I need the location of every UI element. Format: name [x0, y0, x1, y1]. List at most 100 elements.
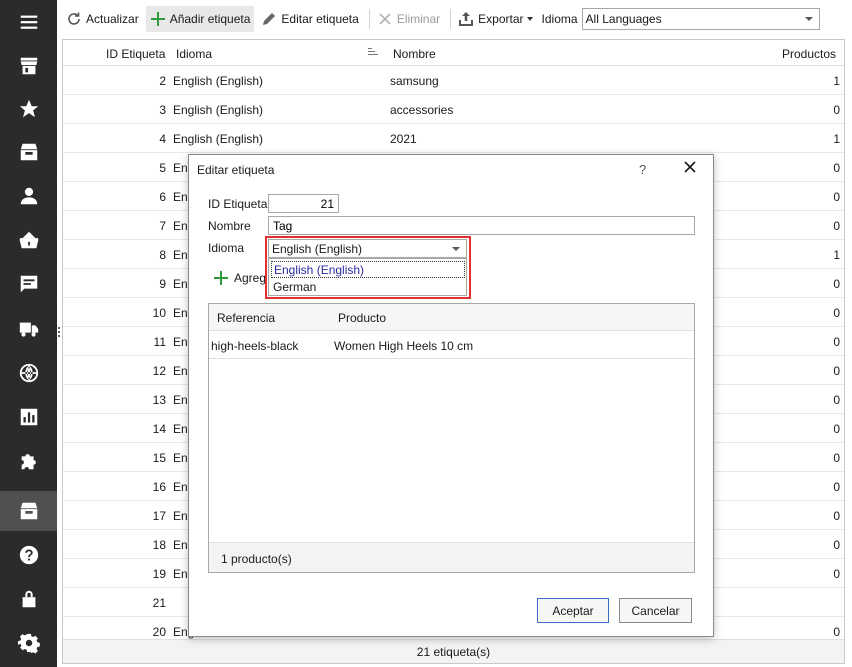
sidebar-item-carts[interactable]	[0, 220, 57, 260]
product-cell: Women High Heels 10 cm	[334, 339, 474, 353]
id-cell: 17	[152, 509, 166, 523]
sidebar-item-customers[interactable]	[0, 176, 57, 216]
plus-icon	[150, 12, 165, 26]
sidebar-item-favorites[interactable]	[0, 89, 57, 129]
sidebar-item-modules[interactable]	[0, 441, 57, 481]
accept-button[interactable]: Aceptar	[537, 598, 609, 623]
delete-label: Eliminar	[396, 12, 441, 26]
id-cell: 7	[159, 219, 166, 233]
toolbar-separator	[450, 9, 452, 29]
column-header-language[interactable]: Idioma	[176, 47, 212, 61]
products-cell: 0	[833, 190, 840, 204]
name-field[interactable]	[268, 216, 695, 235]
user-icon	[20, 187, 37, 205]
language-filter-value: All Languages	[585, 12, 662, 26]
column-header-name[interactable]: Nombre	[393, 47, 436, 61]
name-label: Nombre	[208, 219, 251, 233]
sidebar-item-messages[interactable]	[0, 264, 57, 304]
menu-button[interactable]	[0, 2, 57, 42]
refresh-button[interactable]: Actualizar	[62, 6, 143, 32]
products-cell: 0	[833, 364, 840, 378]
products-cell: 1	[833, 248, 840, 262]
sidebar-item-tags[interactable]	[0, 491, 57, 531]
sidebar-item-localization[interactable]	[0, 353, 57, 393]
export-button[interactable]: Exportar	[454, 6, 536, 32]
products-cell: 0	[833, 422, 840, 436]
id-cell: 3	[159, 103, 166, 117]
sort-icon	[368, 48, 378, 57]
dialog-title: Editar etiqueta	[197, 163, 275, 177]
column-header-reference[interactable]: Referencia	[217, 311, 275, 325]
basket-icon	[19, 231, 38, 249]
lock-icon	[22, 590, 35, 608]
delete-button[interactable]: Eliminar	[373, 6, 444, 32]
id-cell: 14	[152, 422, 166, 436]
id-label: ID Etiqueta	[208, 197, 268, 211]
table-row[interactable]: 4 English (English) 2021 1	[63, 124, 844, 153]
reference-cell: high-heels-black	[211, 339, 299, 353]
splitter-handle[interactable]	[58, 327, 61, 337]
products-cell: 0	[833, 567, 840, 581]
plus-icon	[214, 271, 228, 285]
products-count: 1 producto(s)	[221, 552, 292, 566]
products-cell: 0	[833, 103, 840, 117]
cancel-button[interactable]: Cancelar	[619, 598, 692, 623]
add-tag-button[interactable]: Añadir etiqueta	[145, 6, 255, 32]
language-filter-select[interactable]: All Languages	[581, 8, 820, 30]
column-header-product[interactable]: Producto	[338, 311, 386, 325]
inbox-icon	[20, 143, 37, 161]
products-cell: 0	[833, 161, 840, 175]
sidebar-item-security[interactable]	[0, 579, 57, 619]
pencil-icon	[263, 13, 276, 25]
sidebar-item-store[interactable]	[0, 46, 57, 86]
close-button[interactable]	[683, 160, 699, 176]
edit-tag-button[interactable]: Editar etiqueta	[257, 6, 362, 32]
refresh-icon	[68, 12, 80, 25]
sidebar-item-settings[interactable]	[0, 623, 57, 663]
help-button[interactable]: ?	[639, 162, 646, 177]
table-row[interactable]: 3 English (English) accessories 0	[63, 95, 844, 124]
column-header-products[interactable]: Productos	[782, 47, 836, 61]
products-cell: 0	[833, 277, 840, 291]
language-cell: English (English)	[173, 74, 264, 88]
refresh-label: Actualizar	[86, 12, 139, 26]
sidebar-item-orders[interactable]	[0, 132, 57, 172]
products-cell: 0	[833, 451, 840, 465]
id-cell: 18	[152, 538, 166, 552]
id-cell: 5	[159, 161, 166, 175]
tag-box-icon	[20, 502, 37, 520]
close-icon	[379, 13, 391, 25]
add-product-label: Agreg	[234, 271, 267, 285]
add-product-button[interactable]: Agreg	[213, 270, 266, 286]
menu-icon	[20, 15, 37, 29]
export-icon	[459, 12, 474, 26]
table-row[interactable]: high-heels-black Women High Heels 10 cm	[209, 331, 694, 359]
products-cell: 0	[833, 393, 840, 407]
grid-header: ID Etiqueta Idioma Nombre Productos	[63, 40, 844, 66]
sidebar-item-help[interactable]	[0, 535, 57, 575]
products-cell: 0	[833, 480, 840, 494]
products-table-footer: 1 producto(s)	[209, 542, 694, 572]
chart-icon	[20, 408, 37, 426]
column-header-id[interactable]: ID Etiqueta	[106, 47, 165, 61]
globe-icon	[19, 363, 38, 383]
toolbar: Actualizar Añadir etiqueta Editar etique…	[62, 5, 852, 33]
message-icon	[20, 275, 37, 293]
grid-count: 21 etiqueta(s)	[416, 644, 491, 659]
chevron-down-icon	[804, 17, 813, 21]
puzzle-icon	[21, 454, 36, 470]
products-cell: 0	[833, 509, 840, 523]
truck-icon	[19, 322, 38, 337]
products-cell: 0	[833, 625, 840, 639]
id-cell: 21	[152, 596, 166, 610]
gear-icon	[17, 633, 40, 654]
star-icon	[19, 99, 38, 118]
products-cell: 0	[833, 538, 840, 552]
id-field[interactable]	[268, 194, 339, 213]
store-icon	[20, 57, 37, 75]
sidebar-item-stats[interactable]	[0, 397, 57, 437]
language-cell: English (English)	[173, 132, 264, 146]
id-cell: 10	[152, 306, 166, 320]
sidebar-item-shipping[interactable]	[0, 309, 57, 349]
table-row[interactable]: 2 English (English) samsung 1	[63, 66, 844, 95]
